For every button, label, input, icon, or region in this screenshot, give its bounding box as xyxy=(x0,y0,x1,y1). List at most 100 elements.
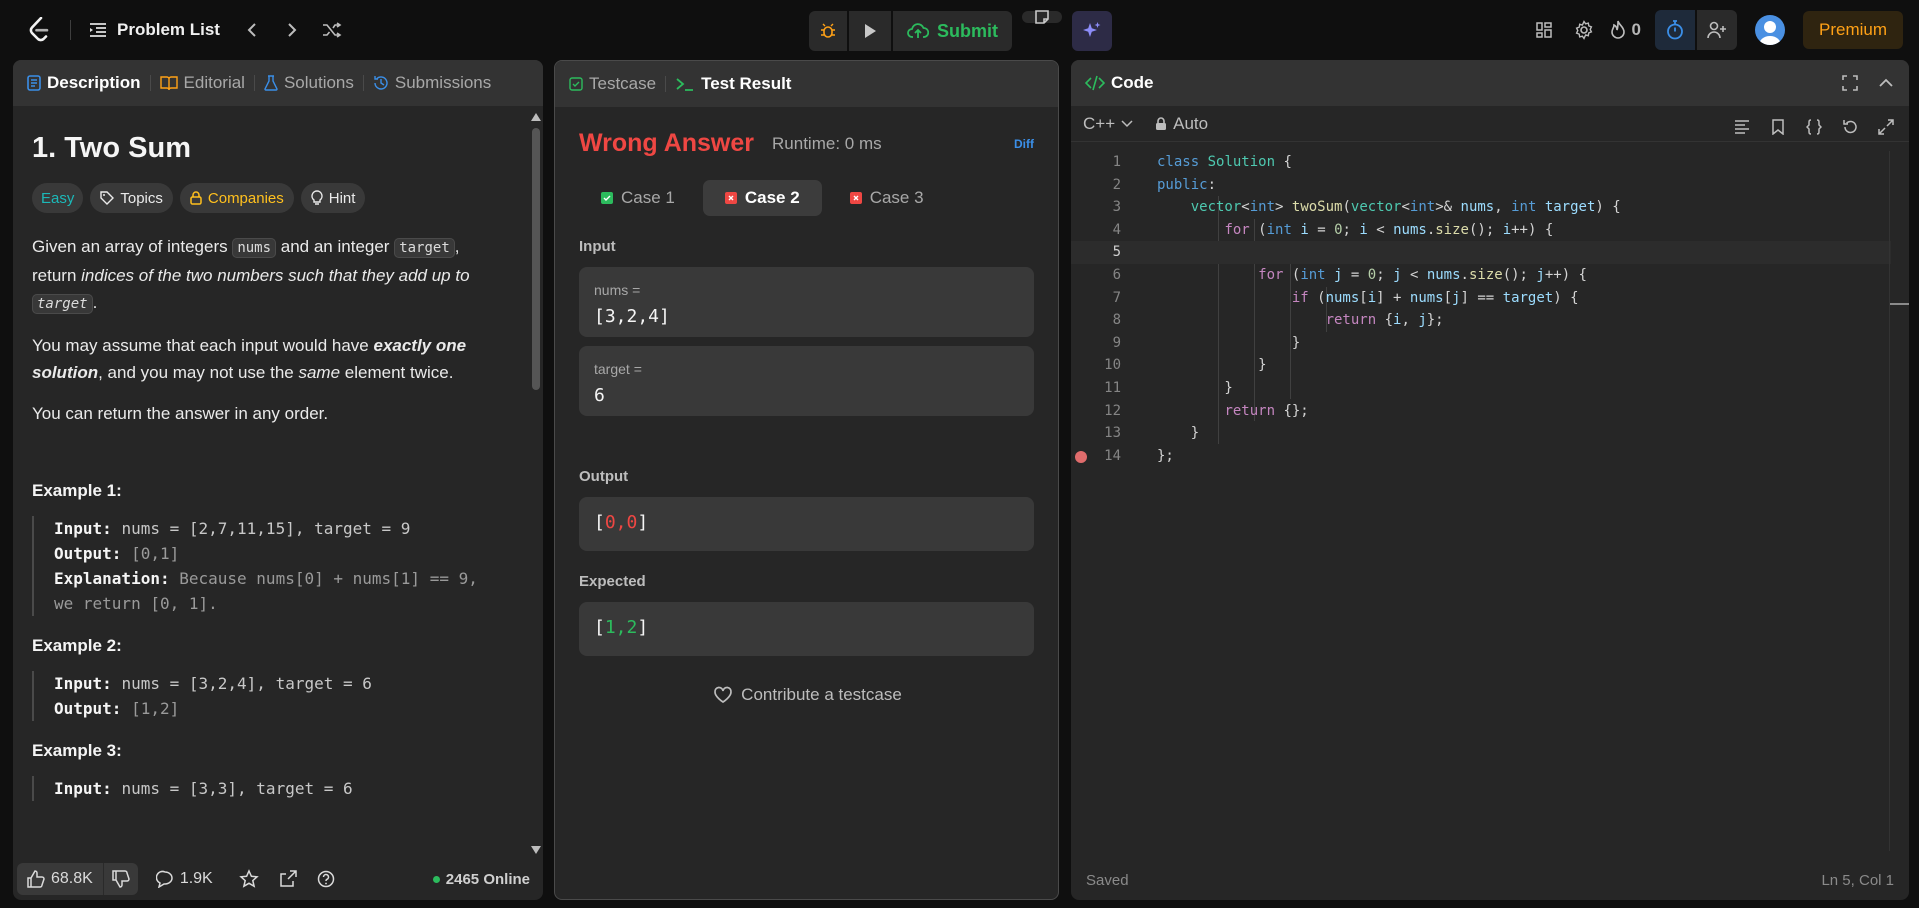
bookmark-button[interactable] xyxy=(1763,112,1793,142)
premium-button[interactable]: Premium xyxy=(1802,11,1903,49)
case-tab-2[interactable]: Case 2 xyxy=(702,180,822,216)
thumbs-down-icon xyxy=(112,870,130,888)
companies-chip[interactable]: Companies xyxy=(179,183,294,213)
tab-code[interactable]: Code xyxy=(1085,73,1154,93)
code-text: for (int j = 0; j < nums.size(); j++) { xyxy=(1258,266,1587,283)
difficulty-badge[interactable]: Easy xyxy=(32,183,84,213)
editor-minimap[interactable] xyxy=(1889,151,1909,851)
invite-user-button[interactable] xyxy=(1696,10,1737,50)
comment-count: 1.9K xyxy=(179,870,213,887)
case-tab-1[interactable]: Case 1 xyxy=(579,180,697,216)
companies-label: Companies xyxy=(207,189,284,207)
diff-toggle[interactable]: Diff xyxy=(1014,137,1034,151)
nums-input-box[interactable]: nums = [3,2,4] xyxy=(579,267,1034,337)
output-label: Output: xyxy=(54,544,122,563)
collapse-panel-button[interactable] xyxy=(1871,68,1901,98)
auto-mode-label: Auto xyxy=(1173,113,1209,133)
input-label: Input: xyxy=(54,779,112,798)
online-dot xyxy=(432,875,440,883)
line-number: 1 xyxy=(1112,154,1121,170)
order-paragraph: You can return the answer in any order. xyxy=(32,404,329,423)
reset-code-button[interactable] xyxy=(1835,112,1865,142)
layout-button[interactable] xyxy=(1524,10,1564,50)
expected-box[interactable]: [1,2] xyxy=(579,602,1034,656)
help-button[interactable] xyxy=(317,870,335,888)
tab-testcase[interactable]: Testcase xyxy=(569,74,656,94)
description-scrollbar[interactable] xyxy=(528,110,542,855)
tab-editorial[interactable]: Editorial xyxy=(159,73,245,93)
braces-button[interactable] xyxy=(1799,112,1829,142)
run-button[interactable] xyxy=(849,11,891,51)
like-button[interactable]: 68.8K xyxy=(17,863,103,895)
code-line: 14}; xyxy=(1071,445,1891,468)
checkbox-icon xyxy=(569,77,583,91)
scrollbar-thumb[interactable] xyxy=(532,128,540,390)
expand-editor-button[interactable] xyxy=(1871,112,1901,142)
example-block: Input: nums = [2,7,11,15], target = 9 Ou… xyxy=(32,516,506,616)
comments-button[interactable]: 1.9K xyxy=(155,870,213,888)
language-select[interactable]: C++ xyxy=(1083,114,1133,134)
auto-mode-toggle[interactable]: Auto xyxy=(1155,114,1208,134)
tab-test-result[interactable]: Test Result xyxy=(675,74,791,94)
code-line: 3 vector<int> twoSum(vector<int>& nums, … xyxy=(1071,196,1891,219)
topics-chip[interactable]: Topics xyxy=(90,183,173,213)
settings-button[interactable] xyxy=(1564,10,1604,50)
pass-check-icon xyxy=(601,192,613,204)
user-avatar[interactable] xyxy=(1754,15,1785,45)
target-input-box[interactable]: target = 6 xyxy=(579,346,1034,416)
nums-value: [3,2,4] xyxy=(594,306,670,327)
submit-button[interactable]: Submit xyxy=(893,11,1012,51)
case-tab-3[interactable]: Case 3 xyxy=(828,180,946,216)
undo-icon xyxy=(1843,120,1857,134)
streak-counter[interactable]: 0 xyxy=(1610,20,1641,40)
fail-x-icon xyxy=(849,192,862,204)
output-diff-text: 0,0 xyxy=(604,512,638,533)
scroll-down-arrow-icon xyxy=(531,846,541,854)
ai-assistant-button[interactable] xyxy=(1072,11,1112,51)
format-code-button[interactable] xyxy=(1727,112,1757,142)
tab-divider xyxy=(253,75,255,91)
random-problem-button[interactable] xyxy=(314,12,350,48)
example-1: Example 1: Input: nums = [2,7,11,15], ta… xyxy=(32,481,506,616)
code-text: } xyxy=(1157,379,1233,396)
code-line-current: 5 xyxy=(1071,241,1891,264)
nums-key: nums = xyxy=(594,282,641,298)
text-fragment: element twice. xyxy=(340,363,454,382)
tab-description[interactable]: Description xyxy=(27,73,141,93)
minimap-cursor-marker xyxy=(1890,303,1909,305)
emphasis-text: same xyxy=(298,363,341,382)
code-header: Code xyxy=(1071,60,1909,106)
dislike-button[interactable] xyxy=(102,863,138,895)
lock-icon xyxy=(190,191,202,205)
output-box[interactable]: [0,0] xyxy=(579,497,1034,551)
leetcode-logo-icon[interactable] xyxy=(22,10,56,50)
share-button[interactable] xyxy=(279,870,297,888)
fullscreen-button[interactable] xyxy=(1835,68,1865,98)
prev-problem-button[interactable] xyxy=(234,12,270,48)
avatar-person-icon xyxy=(1758,21,1781,45)
nav-right: 0 Premium xyxy=(1524,10,1919,50)
next-problem-button[interactable] xyxy=(274,12,310,48)
problem-list-button[interactable]: Problem List xyxy=(89,20,220,40)
hint-label: Hint xyxy=(328,189,356,207)
line-number: 7 xyxy=(1112,289,1121,306)
timer-button[interactable] xyxy=(1654,10,1695,50)
document-icon xyxy=(27,75,41,91)
input-label: Input: xyxy=(54,519,112,538)
tab-submissions[interactable]: Submissions xyxy=(373,73,491,93)
star-icon xyxy=(238,869,259,888)
code-line: 6 for (int j = 0; j < nums.size(); j++) … xyxy=(1071,264,1891,287)
example-input: nums = [3,2,4], target = 6 xyxy=(121,674,372,693)
breakpoint-dot[interactable] xyxy=(1075,450,1087,463)
notes-button[interactable] xyxy=(1022,10,1062,24)
debug-button[interactable] xyxy=(809,11,847,51)
contribute-testcase-button[interactable]: Contribute a testcase xyxy=(555,685,1058,705)
code-text: if (nums[i] + nums[j] == target) { xyxy=(1291,289,1579,306)
favorite-button[interactable] xyxy=(238,869,259,889)
chevron-right-icon xyxy=(288,23,297,37)
tab-solutions[interactable]: Solutions xyxy=(264,73,354,93)
result-header: Wrong Answer Runtime: 0 ms Diff xyxy=(579,129,1034,158)
hint-chip[interactable]: Hint xyxy=(300,183,366,213)
editor-status-bar: Saved Ln 5, Col 1 xyxy=(1071,860,1909,900)
code-editor[interactable]: 1 class Solution { 2 public: 3 vector<int>… xyxy=(1071,151,1891,467)
